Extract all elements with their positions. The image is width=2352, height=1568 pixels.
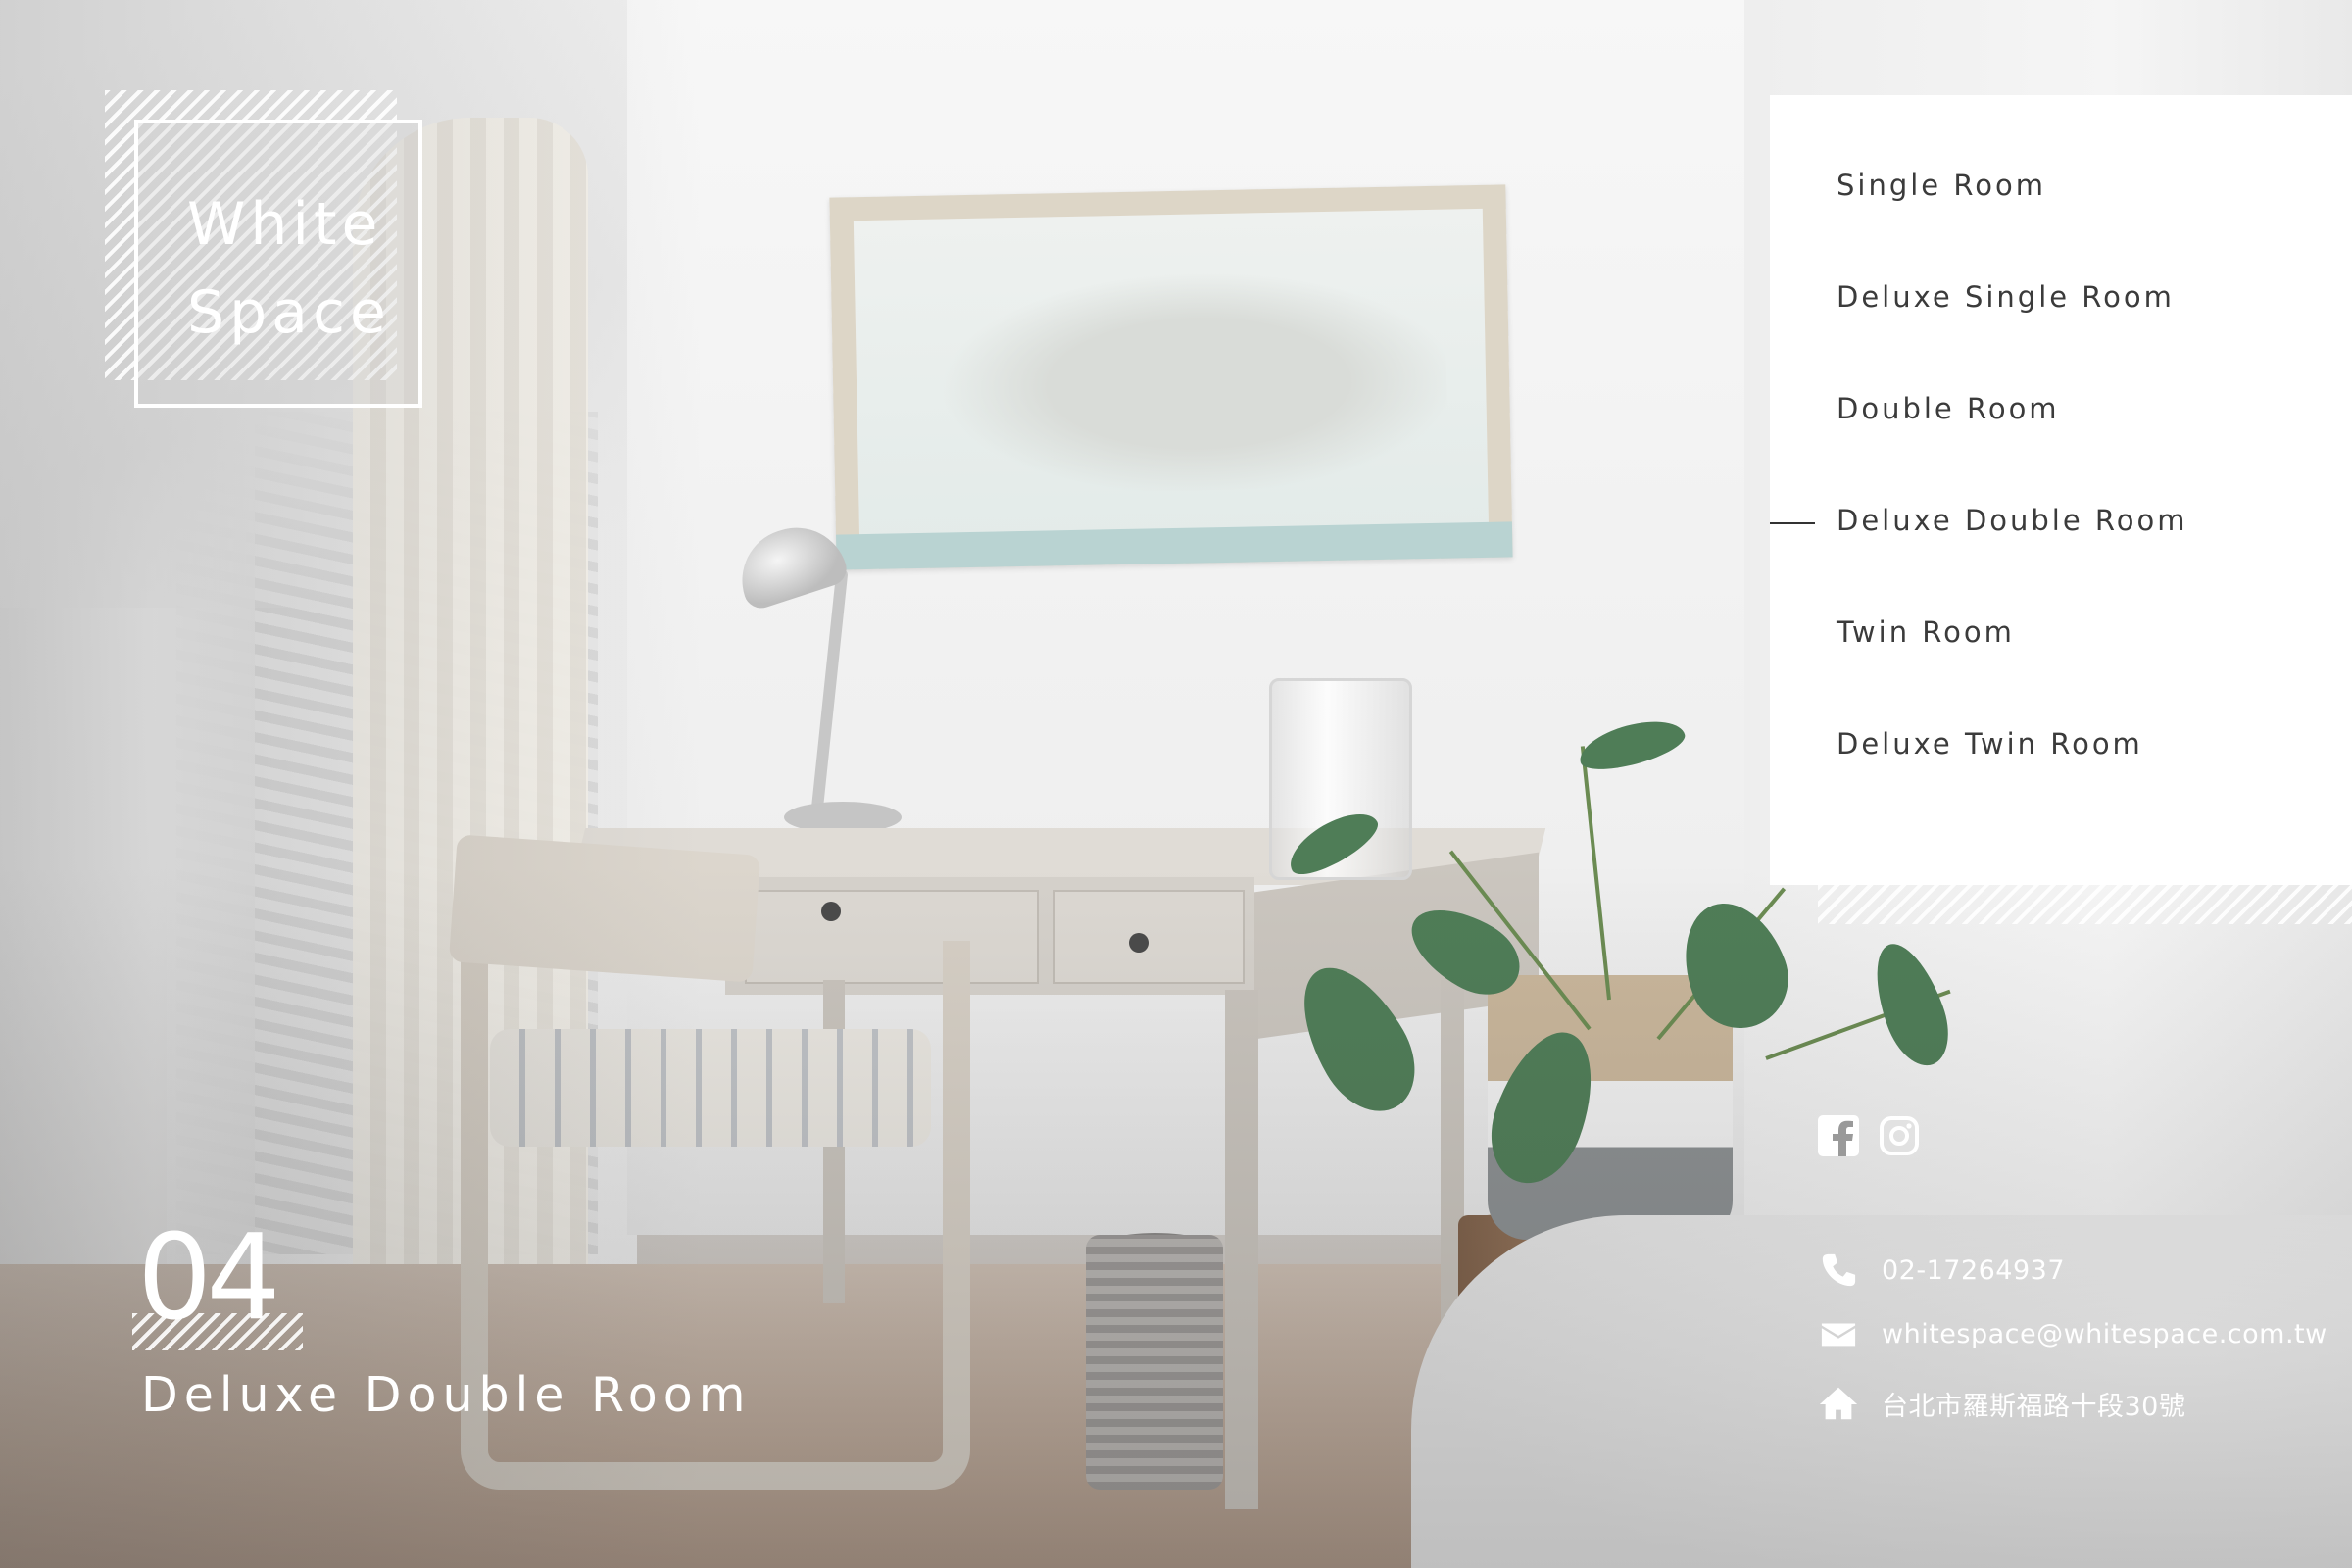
menu-item-deluxe-single-room[interactable]: Deluxe Single Room bbox=[1837, 280, 2175, 314]
menu-item-single-room[interactable]: Single Room bbox=[1837, 169, 2046, 202]
home-icon bbox=[1818, 1383, 1859, 1424]
contact-address: 台北市羅斯福路十段30號 bbox=[1818, 1380, 2185, 1427]
room-name: Deluxe Double Room bbox=[141, 1367, 752, 1423]
active-indicator bbox=[1770, 522, 1815, 524]
logo-line-1: White bbox=[187, 190, 383, 259]
menu-item-deluxe-double-room[interactable]: Deluxe Double Room bbox=[1837, 504, 2188, 537]
street-address: 台北市羅斯福路十段30號 bbox=[1882, 1391, 2186, 1422]
menu-item-double-room[interactable]: Double Room bbox=[1837, 392, 2060, 425]
phone-icon bbox=[1818, 1250, 1859, 1291]
phone-number[interactable]: 02-17264937 bbox=[1882, 1255, 2065, 1286]
contact-email: whitespace@whitespace.com.tw bbox=[1818, 1310, 2327, 1357]
facebook-icon[interactable] bbox=[1818, 1115, 1859, 1156]
logo-text: White Space bbox=[187, 180, 391, 357]
menu-item-twin-room[interactable]: Twin Room bbox=[1837, 615, 2015, 649]
menu-hatch-pattern bbox=[1818, 885, 2352, 924]
instagram-icon[interactable] bbox=[1879, 1115, 1920, 1156]
logo-line-2: Space bbox=[187, 278, 391, 347]
envelope-icon bbox=[1818, 1313, 1859, 1354]
room-number: 04 bbox=[137, 1210, 281, 1347]
room-menu: Single Room Deluxe Single Room Double Ro… bbox=[1770, 95, 2352, 885]
contact-phone: 02-17264937 bbox=[1818, 1247, 2065, 1294]
menu-item-deluxe-twin-room[interactable]: Deluxe Twin Room bbox=[1837, 727, 2143, 760]
email-address[interactable]: whitespace@whitespace.com.tw bbox=[1882, 1319, 2328, 1349]
logo[interactable]: White Space bbox=[134, 120, 422, 408]
